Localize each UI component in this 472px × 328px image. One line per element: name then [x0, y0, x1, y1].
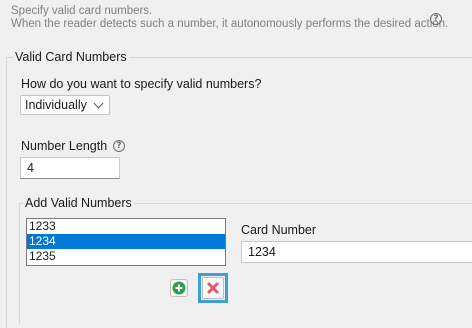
specify-mode-value: Individually: [25, 98, 87, 112]
add-number-button[interactable]: [170, 279, 188, 297]
remove-number-button[interactable]: [202, 277, 224, 299]
number-length-help-icon[interactable]: ?: [113, 140, 125, 152]
add-valid-numbers-title: Add Valid Numbers: [23, 196, 134, 210]
number-length-label: Number Length: [21, 139, 108, 153]
help-icon[interactable]: ?: [430, 13, 442, 25]
valid-numbers-list[interactable]: 1233 1234 1235: [26, 218, 226, 266]
card-number-input[interactable]: 1234: [241, 241, 472, 263]
chevron-down-icon: [93, 98, 104, 108]
plus-circle-icon: [172, 281, 186, 295]
specify-question-label: How do you want to specify valid numbers…: [21, 77, 262, 91]
intro-line-2: When the reader detects such a number, i…: [11, 18, 449, 30]
card-number-label: Card Number: [241, 223, 317, 237]
x-icon: [207, 282, 219, 294]
list-item-selected[interactable]: 1234: [27, 234, 225, 249]
specify-mode-select[interactable]: Individually: [20, 95, 110, 115]
list-item[interactable]: 1233: [27, 219, 225, 234]
remove-number-button-highlight: [198, 273, 228, 303]
list-item[interactable]: 1235: [27, 249, 225, 264]
group-title: Valid Card Numbers: [13, 50, 129, 64]
number-length-input[interactable]: 4: [20, 157, 120, 179]
